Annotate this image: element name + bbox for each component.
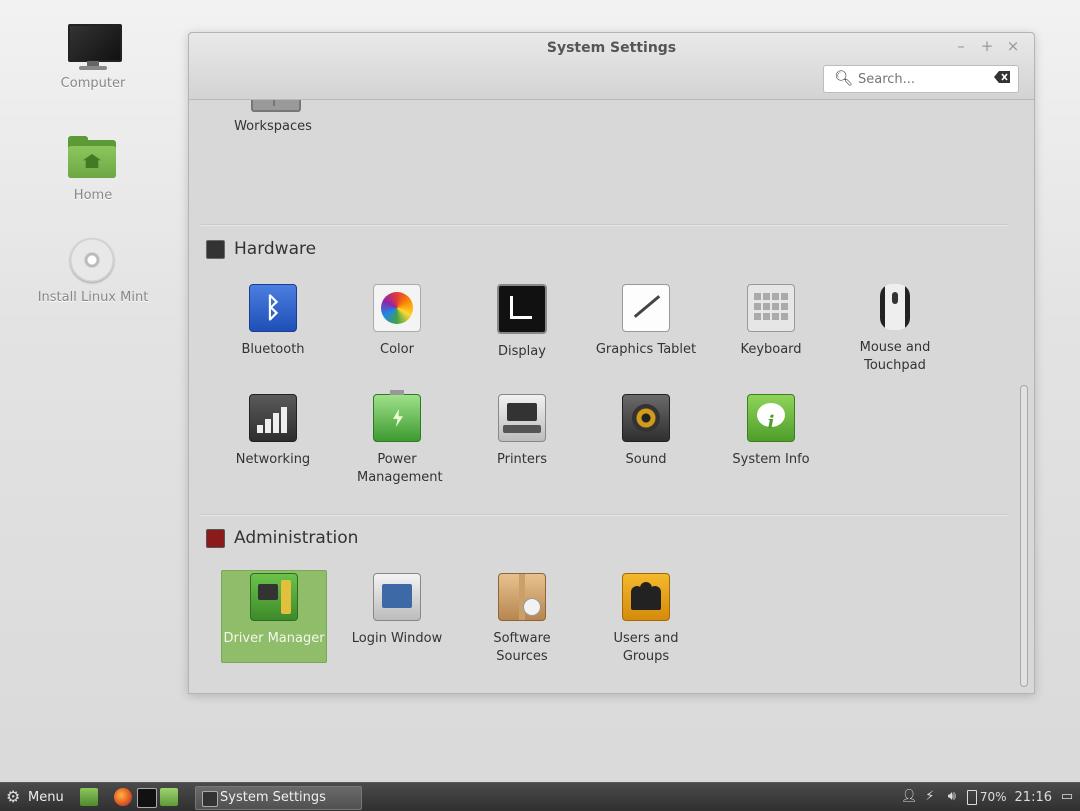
workspaces-label[interactable]: Workspaces [213,118,333,136]
close-button[interactable]: × [1004,37,1022,55]
desktop-icon-label: Home [73,188,113,203]
keyboard-icon [747,284,795,332]
desktop-icon-label: Computer [60,76,126,91]
administration-category-icon [206,529,225,548]
minimize-button[interactable]: – [952,37,970,55]
maximize-button[interactable]: + [978,37,996,55]
menu-button[interactable]: ⚙ Menu [6,787,64,807]
search-box[interactable]: 🔍︎ [823,65,1019,93]
taskbar-window-system-settings[interactable]: System Settings [195,786,362,810]
network-icon[interactable]: ⚡︎ [923,790,937,804]
speaker-icon [622,394,670,442]
color-icon [373,284,421,332]
firefox-icon[interactable] [114,788,132,806]
setting-display[interactable]: Display [462,284,582,361]
disc-icon [67,238,119,286]
setting-keyboard[interactable]: Keyboard [711,284,831,359]
hardware-section-title: Hardware [234,239,317,259]
desktop-icon-label: Install Linux Mint [37,290,149,305]
settings-content: Workspaces Hardware ᛒ Bluetooth Color Di… [189,100,1034,693]
battery-indicator[interactable]: 70% [966,789,1007,805]
software-sources-icon [498,573,546,621]
login-window-icon [373,573,421,621]
setting-label: Sound [625,452,667,467]
networking-icon [249,394,297,442]
battery-percent: 70% [979,790,1007,804]
desktop-icon-install[interactable]: Install Linux Mint [28,238,158,305]
search-icon: 🔍︎ [834,69,854,87]
setting-label: Power Management [357,452,443,485]
search-input[interactable] [856,69,990,89]
vertical-scrollbar[interactable] [1020,385,1028,687]
workspaces-icon[interactable] [251,100,301,112]
administration-section-title: Administration [234,528,359,548]
setting-sound[interactable]: Sound [586,394,706,469]
setting-label: Networking [235,452,311,467]
setting-label: Graphics Tablet [595,342,697,357]
show-desktop-icon[interactable] [80,788,98,806]
display-switch-icon[interactable]: ▭ [1060,790,1074,804]
titlebar: System Settings – + × 🔍︎ [189,33,1034,100]
user-icon[interactable]: 👤︎ [901,790,918,804]
system-settings-app-icon [202,791,218,807]
volume-icon[interactable]: 🔊︎ [945,790,959,804]
clear-search-icon[interactable] [994,71,1010,83]
system-tray: 👤︎ ⚡︎ 🔊︎ 70% 21:16 ▭ [901,787,1074,807]
desktop-icon-computer[interactable]: Computer [28,24,158,91]
taskbar: ⚙ Menu System Settings 👤︎ ⚡︎ 🔊︎ 70% 21:1… [0,782,1080,811]
setting-color[interactable]: Color [337,284,457,359]
setting-label: Bluetooth [241,342,305,357]
mouse-icon [872,284,918,330]
setting-software-sources[interactable]: Software Sources [462,573,582,666]
setting-label: Software Sources [493,631,551,664]
printer-icon [498,394,546,442]
system-settings-window: System Settings – + × 🔍︎ Workspaces Hard… [188,32,1035,694]
bluetooth-icon: ᛒ [249,284,297,332]
hardware-category-icon [206,240,225,259]
setting-label: Mouse and Touchpad [859,340,931,373]
setting-printers[interactable]: Printers [462,394,582,469]
battery-icon [966,789,977,805]
setting-label: Printers [496,452,548,467]
window-title: System Settings [546,40,677,56]
setting-label: System Info [732,452,810,467]
files-icon[interactable] [160,788,178,806]
display-icon [497,284,547,334]
setting-system-info[interactable]: i System Info [711,394,831,469]
graphics-tablet-icon [622,284,670,332]
setting-label: Login Window [351,631,443,646]
setting-login-window[interactable]: Login Window [337,573,457,648]
gear-icon: ⚙ [6,787,21,806]
clock[interactable]: 21:16 [1015,790,1052,805]
menu-label: Menu [28,789,64,805]
users-icon [622,573,670,621]
desktop-icon-home[interactable]: Home [28,136,158,203]
setting-label: Color [380,342,414,357]
setting-bluetooth[interactable]: ᛒ Bluetooth [213,284,333,359]
setting-mouse-touchpad[interactable]: Mouse and Touchpad [835,284,955,375]
setting-label: Keyboard [740,342,802,357]
setting-label: Driver Manager [223,631,325,646]
setting-label: Display [498,344,546,359]
info-icon: i [747,394,795,442]
setting-driver-manager[interactable]: Driver Manager [221,570,327,663]
section-divider [201,224,1009,226]
battery-icon [373,390,421,442]
monitor-icon [67,24,122,72]
home-folder-icon [67,136,119,184]
setting-label: Users and Groups [613,631,679,664]
setting-networking[interactable]: Networking [213,394,333,469]
terminal-icon[interactable] [137,788,157,808]
section-divider [201,514,1009,516]
driver-manager-icon [250,573,298,621]
setting-users-groups[interactable]: Users and Groups [586,573,706,666]
setting-graphics-tablet[interactable]: Graphics Tablet [586,284,706,359]
setting-power-management[interactable]: Power Management [337,390,457,487]
task-label: System Settings [220,790,326,805]
